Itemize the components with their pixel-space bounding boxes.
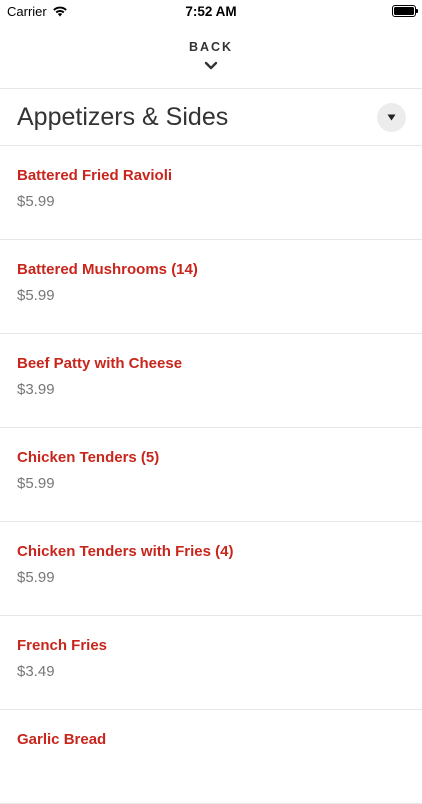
menu-item[interactable]: French Fries $3.49 [0, 616, 422, 710]
menu-item-name: Chicken Tenders (5) [17, 449, 160, 466]
menu-item-list: Battered Fried Ravioli $5.99 Battered Mu… [0, 146, 422, 804]
menu-item[interactable]: Battered Fried Ravioli $5.99 [0, 146, 422, 240]
menu-item-price: $5.99 [17, 569, 55, 586]
category-header: Appetizers & Sides [0, 89, 422, 146]
battery-icon [392, 5, 418, 17]
menu-item[interactable]: Chicken Tenders (5) $5.99 [0, 428, 422, 522]
back-button[interactable]: BACK [0, 36, 422, 88]
menu-item-price: $5.99 [17, 287, 55, 304]
back-label[interactable]: BACK [189, 40, 233, 54]
chevron-down-icon[interactable] [204, 57, 218, 75]
menu-item[interactable]: Beef Patty with Cheese $3.99 [0, 334, 422, 428]
status-time: 7:52 AM [185, 4, 237, 19]
menu-item-name: Garlic Bread [17, 731, 107, 748]
menu-item-price: $5.99 [17, 475, 55, 492]
menu-item[interactable]: Chicken Tenders with Fries (4) $5.99 [0, 522, 422, 616]
menu-item-price: $3.99 [17, 381, 55, 398]
menu-item[interactable]: Battered Mushrooms (14) $5.99 [0, 240, 422, 334]
menu-item[interactable]: Garlic Bread [0, 710, 422, 804]
category-dropdown-button[interactable] [377, 103, 406, 132]
menu-item-name: Battered Fried Ravioli [17, 167, 173, 184]
menu-item-name: Beef Patty with Cheese [17, 355, 183, 372]
category-title: Appetizers & Sides [17, 103, 229, 131]
menu-item-name: French Fries [17, 637, 108, 654]
menu-item-name: Chicken Tenders with Fries (4) [17, 543, 234, 560]
menu-item-price: $5.99 [17, 193, 55, 210]
menu-item-name: Battered Mushrooms (14) [17, 261, 198, 278]
status-bar: Carrier 7:52 AM [0, 0, 422, 22]
triangle-down-icon[interactable] [387, 114, 396, 121]
menu-item-price: $3.49 [17, 663, 55, 680]
